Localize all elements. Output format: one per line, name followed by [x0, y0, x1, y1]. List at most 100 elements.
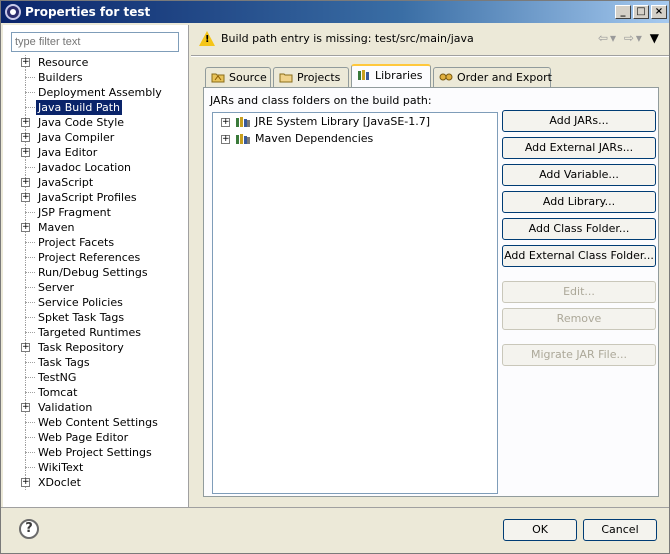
tree-branch-line [25, 167, 35, 168]
tree-item[interactable]: JSP Fragment [3, 205, 189, 220]
tree-item-label: Project References [38, 251, 141, 264]
tab-libraries[interactable]: Libraries [351, 64, 431, 87]
tree-item[interactable]: Web Content Settings [3, 415, 189, 430]
tree-item[interactable]: TestNG [3, 370, 189, 385]
ok-button[interactable]: OK [503, 519, 577, 541]
tree-item[interactable]: Tomcat [3, 385, 189, 400]
add-library-button[interactable]: Add Library... [502, 191, 656, 213]
expand-icon[interactable]: + [21, 403, 30, 412]
tree-branch-line [25, 107, 35, 108]
tree-item[interactable]: + JavaScript [3, 175, 189, 190]
list-item[interactable]: + Maven Dependencies [217, 131, 493, 147]
tree-item-label: Java Code Style [38, 116, 125, 129]
tree-item-label: Spket Task Tags [38, 311, 125, 324]
tree-item[interactable]: Deployment Assembly [3, 85, 189, 100]
tree-item-label: JSP Fragment [38, 206, 111, 219]
tab-order-and-export[interactable]: Order and Export [433, 67, 552, 87]
tree-item[interactable]: Web Page Editor [3, 430, 189, 445]
maximize-button[interactable]: □ [633, 5, 649, 19]
tree-branch-line [25, 317, 35, 318]
tree-item-label: Project Facets [38, 236, 115, 249]
arrow-right-icon[interactable]: ⇨ [624, 31, 636, 45]
tree-item[interactable]: Project Facets [3, 235, 189, 250]
title-bar[interactable]: Properties for test _ □ × [1, 1, 669, 23]
tree-item[interactable]: + XDoclet [3, 475, 189, 490]
tree-item[interactable]: + Validation [3, 400, 189, 415]
expand-icon[interactable]: + [21, 178, 30, 187]
expand-icon[interactable]: + [221, 118, 230, 127]
tree-item[interactable]: Run/Debug Settings [3, 265, 189, 280]
add-jars-button[interactable]: Add JARs... [502, 110, 656, 132]
tree-item-label: Java Compiler [38, 131, 115, 144]
tree-item[interactable]: Javadoc Location [3, 160, 189, 175]
tree-item[interactable]: + Resource [3, 55, 189, 70]
tree-branch-line [25, 272, 35, 273]
tree-item[interactable]: + Maven [3, 220, 189, 235]
chevron-down-icon[interactable]: ▾ [610, 31, 618, 45]
edit-button[interactable]: Edit... [502, 281, 656, 303]
expand-icon[interactable]: + [21, 133, 30, 142]
source-folder-icon [211, 73, 225, 83]
tree-item[interactable]: Builders [3, 70, 189, 85]
tree-item[interactable]: + Java Compiler [3, 130, 189, 145]
cancel-button[interactable]: Cancel [583, 519, 657, 541]
migrate-jar-button[interactable]: Migrate JAR File... [502, 344, 656, 366]
tree-item-label: Java Editor [38, 146, 98, 159]
tree-item[interactable]: Project References [3, 250, 189, 265]
tree-item[interactable]: WikiText [3, 460, 189, 475]
libraries-list[interactable]: + JRE System Library [JavaSE-1.7] + Mave… [212, 112, 498, 494]
expand-icon[interactable]: + [21, 58, 30, 67]
tree-item[interactable]: Java Build Path [3, 100, 189, 115]
tree-branch-line [25, 422, 35, 423]
add-variable-button[interactable]: Add Variable... [502, 164, 656, 186]
library-entry-label: Maven Dependencies [255, 132, 374, 145]
tree-item-label: Deployment Assembly [38, 86, 162, 99]
tree-branch-line [25, 437, 35, 438]
tab-source[interactable]: Source [205, 67, 271, 87]
tree-item[interactable]: Service Policies [3, 295, 189, 310]
chevron-down-icon[interactable]: ▾ [636, 31, 644, 45]
libraries-tab-content: JARs and class folders on the build path… [203, 87, 659, 497]
tree-item-label: XDoclet [38, 476, 81, 489]
add-class-folder-button[interactable]: Add Class Folder... [502, 218, 656, 240]
help-icon[interactable]: ? [19, 519, 39, 539]
expand-icon[interactable]: + [21, 193, 30, 202]
tree-item[interactable]: + Java Code Style [3, 115, 189, 130]
tree-item[interactable]: Web Project Settings [3, 445, 189, 460]
tree-item[interactable]: Spket Task Tags [3, 310, 189, 325]
tree-item[interactable]: Targeted Runtimes [3, 325, 189, 340]
tree-item-label: WikiText [38, 461, 84, 474]
button-bar: ? OK Cancel [1, 507, 669, 553]
list-item[interactable]: + JRE System Library [JavaSE-1.7] [217, 114, 493, 130]
tree-item[interactable]: Server [3, 280, 189, 295]
add-external-class-folder-button[interactable]: Add External Class Folder... [502, 245, 656, 267]
tree-item[interactable]: + JavaScript Profiles [3, 190, 189, 205]
header-divider [191, 55, 669, 57]
window-title: Properties for test [25, 5, 151, 19]
tree-item-label: Task Tags [38, 356, 90, 369]
expand-icon[interactable]: + [21, 148, 30, 157]
arrow-left-icon[interactable]: ⇦ [598, 31, 610, 45]
remove-button[interactable]: Remove [502, 308, 656, 330]
tree-item-label: Resource [38, 56, 89, 69]
view-menu-icon[interactable]: ▼ [650, 31, 661, 45]
close-button[interactable]: × [651, 5, 667, 19]
tab-projects[interactable]: Projects [273, 67, 349, 87]
expand-icon[interactable]: + [21, 343, 30, 352]
tree-item-label: Task Repository [38, 341, 124, 354]
expand-icon[interactable]: + [21, 118, 30, 127]
minimize-button[interactable]: _ [615, 5, 631, 19]
libraries-caption: JARs and class folders on the build path… [210, 94, 432, 107]
tree-item-label: Server [38, 281, 75, 294]
expand-icon[interactable]: + [221, 135, 230, 144]
tree-branch-line [25, 257, 35, 258]
tree-item[interactable]: Task Tags [3, 355, 189, 370]
filter-input[interactable] [11, 32, 179, 52]
tree-item-label: Validation [38, 401, 93, 414]
library-entry-label: JRE System Library [JavaSE-1.7] [255, 115, 431, 128]
expand-icon[interactable]: + [21, 223, 30, 232]
add-external-jars-button[interactable]: Add External JARs... [502, 137, 656, 159]
expand-icon[interactable]: + [21, 478, 30, 487]
tree-item[interactable]: + Java Editor [3, 145, 189, 160]
tree-item[interactable]: + Task Repository [3, 340, 189, 355]
